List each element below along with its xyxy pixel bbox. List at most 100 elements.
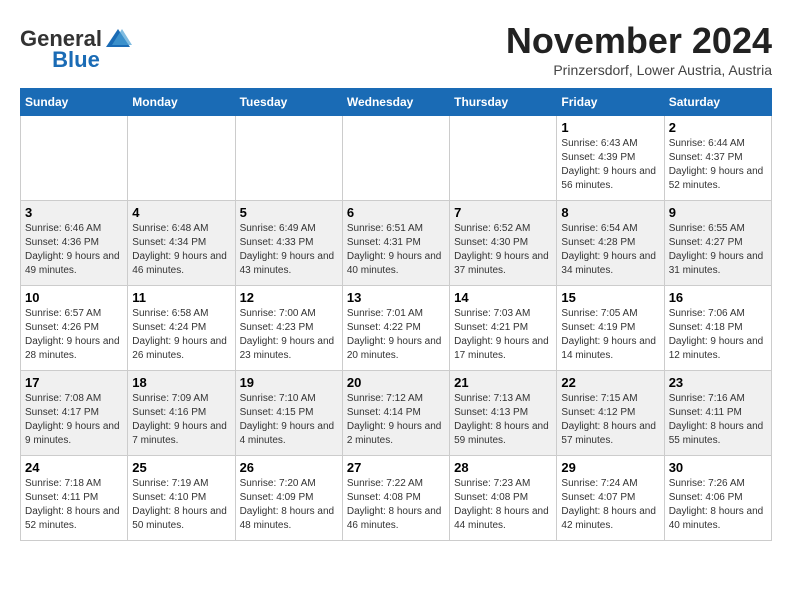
calendar-cell: 16Sunrise: 7:06 AM Sunset: 4:18 PM Dayli…: [664, 286, 771, 371]
day-info: Sunrise: 7:05 AM Sunset: 4:19 PM Dayligh…: [561, 307, 659, 363]
calendar-cell: 11 Sunrise: 6:58 AM Sunset: 4:24 PM Dayli…: [128, 286, 235, 371]
calendar-cell: [21, 116, 128, 201]
day-info: Sunrise: 7:13 AM Sunset: 4:13 PM Dayligh…: [454, 392, 552, 448]
day-info: Sunrise: 6:46 AM Sunset: 4:36 PM Dayligh…: [25, 222, 123, 278]
day-number: 24: [25, 460, 123, 475]
calendar-cell: 5 Sunrise: 6:49 AM Sunset: 4:33 PM Daylig…: [235, 201, 342, 286]
day-number: 3: [25, 205, 123, 220]
calendar-cell: 18 Sunrise: 7:09 AM Sunset: 4:16 PM Dayli…: [128, 371, 235, 456]
day-info: Sunrise: 6:55 AM Sunset: 4:27 PM Dayligh…: [669, 222, 767, 278]
day-number: 26: [240, 460, 338, 475]
month-title: November 2024: [506, 20, 772, 62]
day-number: 15: [561, 290, 659, 305]
day-number: 28: [454, 460, 552, 475]
day-info: Sunrise: 6:57 AM Sunset: 4:26 PM Dayligh…: [25, 307, 123, 363]
day-number: 30: [669, 460, 767, 475]
day-number: 17: [25, 375, 123, 390]
day-info: Sunrise: 7:23 AM Sunset: 4:08 PM Dayligh…: [454, 477, 552, 533]
day-info: Sunrise: 6:54 AM Sunset: 4:28 PM Dayligh…: [561, 222, 659, 278]
calendar-cell: 9 Sunrise: 6:55 AM Sunset: 4:27 PM Daylig…: [664, 201, 771, 286]
calendar-cell: 17 Sunrise: 7:08 AM Sunset: 4:17 PM Dayli…: [21, 371, 128, 456]
day-info: Sunrise: 7:19 AM Sunset: 4:10 PM Dayligh…: [132, 477, 230, 533]
day-number: 22: [561, 375, 659, 390]
calendar-cell: 23Sunrise: 7:16 AM Sunset: 4:11 PM Dayli…: [664, 371, 771, 456]
calendar-week-row: 3 Sunrise: 6:46 AM Sunset: 4:36 PM Daylig…: [21, 201, 772, 286]
calendar-cell: 12 Sunrise: 7:00 AM Sunset: 4:23 PM Dayli…: [235, 286, 342, 371]
day-info: Sunrise: 7:26 AM Sunset: 4:06 PM Dayligh…: [669, 477, 767, 533]
calendar-cell: 29Sunrise: 7:24 AM Sunset: 4:07 PM Dayli…: [557, 456, 664, 541]
day-number: 4: [132, 205, 230, 220]
day-number: 25: [132, 460, 230, 475]
calendar-cell: 27 Sunrise: 7:22 AM Sunset: 4:08 PM Dayli…: [342, 456, 449, 541]
day-of-week-header: Wednesday: [342, 89, 449, 116]
calendar-cell: 20 Sunrise: 7:12 AM Sunset: 4:14 PM Dayli…: [342, 371, 449, 456]
calendar-cell: 22 Sunrise: 7:15 AM Sunset: 4:12 PM Dayli…: [557, 371, 664, 456]
day-number: 20: [347, 375, 445, 390]
day-info: Sunrise: 7:08 AM Sunset: 4:17 PM Dayligh…: [25, 392, 123, 448]
page-header: General Blue November 2024 Prinzersdorf,…: [20, 20, 772, 78]
day-info: Sunrise: 7:09 AM Sunset: 4:16 PM Dayligh…: [132, 392, 230, 448]
calendar-cell: 8 Sunrise: 6:54 AM Sunset: 4:28 PM Daylig…: [557, 201, 664, 286]
day-info: Sunrise: 7:01 AM Sunset: 4:22 PM Dayligh…: [347, 307, 445, 363]
day-info: Sunrise: 7:12 AM Sunset: 4:14 PM Dayligh…: [347, 392, 445, 448]
day-info: Sunrise: 7:00 AM Sunset: 4:23 PM Dayligh…: [240, 307, 338, 363]
day-number: 1: [561, 120, 659, 135]
day-number: 14: [454, 290, 552, 305]
day-info: Sunrise: 7:10 AM Sunset: 4:15 PM Dayligh…: [240, 392, 338, 448]
calendar-cell: 2 Sunrise: 6:44 AM Sunset: 4:37 PM Daylig…: [664, 116, 771, 201]
calendar-cell: 19 Sunrise: 7:10 AM Sunset: 4:15 PM Dayli…: [235, 371, 342, 456]
calendar-cell: 1 Sunrise: 6:43 AM Sunset: 4:39 PM Daylig…: [557, 116, 664, 201]
day-number: 21: [454, 375, 552, 390]
calendar-table: SundayMondayTuesdayWednesdayThursdayFrid…: [20, 88, 772, 541]
day-number: 2: [669, 120, 767, 135]
day-info: Sunrise: 7:15 AM Sunset: 4:12 PM Dayligh…: [561, 392, 659, 448]
day-number: 16: [669, 290, 767, 305]
day-number: 10: [25, 290, 123, 305]
calendar-week-row: 10 Sunrise: 6:57 AM Sunset: 4:26 PM Dayli…: [21, 286, 772, 371]
calendar-cell: 15 Sunrise: 7:05 AM Sunset: 4:19 PM Dayli…: [557, 286, 664, 371]
day-number: 19: [240, 375, 338, 390]
day-info: Sunrise: 7:22 AM Sunset: 4:08 PM Dayligh…: [347, 477, 445, 533]
calendar-cell: 25 Sunrise: 7:19 AM Sunset: 4:10 PM Dayli…: [128, 456, 235, 541]
title-area: November 2024 Prinzersdorf, Lower Austri…: [506, 20, 772, 78]
day-info: Sunrise: 6:51 AM Sunset: 4:31 PM Dayligh…: [347, 222, 445, 278]
day-of-week-header: Monday: [128, 89, 235, 116]
calendar-cell: [450, 116, 557, 201]
day-number: 12: [240, 290, 338, 305]
day-info: Sunrise: 6:58 AM Sunset: 4:24 PM Dayligh…: [132, 307, 230, 363]
day-of-week-header: Thursday: [450, 89, 557, 116]
day-number: 6: [347, 205, 445, 220]
day-info: Sunrise: 6:44 AM Sunset: 4:37 PM Dayligh…: [669, 137, 767, 193]
calendar-cell: 26 Sunrise: 7:20 AM Sunset: 4:09 PM Dayli…: [235, 456, 342, 541]
day-info: Sunrise: 7:18 AM Sunset: 4:11 PM Dayligh…: [25, 477, 123, 533]
day-of-week-header: Saturday: [664, 89, 771, 116]
day-of-week-header: Tuesday: [235, 89, 342, 116]
day-info: Sunrise: 7:20 AM Sunset: 4:09 PM Dayligh…: [240, 477, 338, 533]
calendar-cell: 28 Sunrise: 7:23 AM Sunset: 4:08 PM Dayli…: [450, 456, 557, 541]
days-header-row: SundayMondayTuesdayWednesdayThursdayFrid…: [21, 89, 772, 116]
calendar-cell: [342, 116, 449, 201]
day-info: Sunrise: 7:24 AM Sunset: 4:07 PM Dayligh…: [561, 477, 659, 533]
day-number: 8: [561, 205, 659, 220]
day-number: 9: [669, 205, 767, 220]
day-info: Sunrise: 6:49 AM Sunset: 4:33 PM Dayligh…: [240, 222, 338, 278]
calendar-cell: 4 Sunrise: 6:48 AM Sunset: 4:34 PM Daylig…: [128, 201, 235, 286]
day-info: Sunrise: 6:48 AM Sunset: 4:34 PM Dayligh…: [132, 222, 230, 278]
calendar-cell: 14Sunrise: 7:03 AM Sunset: 4:21 PM Dayli…: [450, 286, 557, 371]
day-number: 13: [347, 290, 445, 305]
calendar-cell: 6 Sunrise: 6:51 AM Sunset: 4:31 PM Daylig…: [342, 201, 449, 286]
calendar-week-row: 1 Sunrise: 6:43 AM Sunset: 4:39 PM Daylig…: [21, 116, 772, 201]
day-number: 11: [132, 290, 230, 305]
day-number: 23: [669, 375, 767, 390]
logo: General Blue: [20, 25, 132, 72]
calendar-week-row: 17 Sunrise: 7:08 AM Sunset: 4:17 PM Dayli…: [21, 371, 772, 456]
day-info: Sunrise: 6:52 AM Sunset: 4:30 PM Dayligh…: [454, 222, 552, 278]
logo-icon: [104, 25, 132, 53]
calendar-cell: [128, 116, 235, 201]
day-number: 27: [347, 460, 445, 475]
day-number: 18: [132, 375, 230, 390]
day-number: 5: [240, 205, 338, 220]
day-info: Sunrise: 6:43 AM Sunset: 4:39 PM Dayligh…: [561, 137, 659, 193]
day-number: 7: [454, 205, 552, 220]
calendar-cell: 13 Sunrise: 7:01 AM Sunset: 4:22 PM Dayli…: [342, 286, 449, 371]
